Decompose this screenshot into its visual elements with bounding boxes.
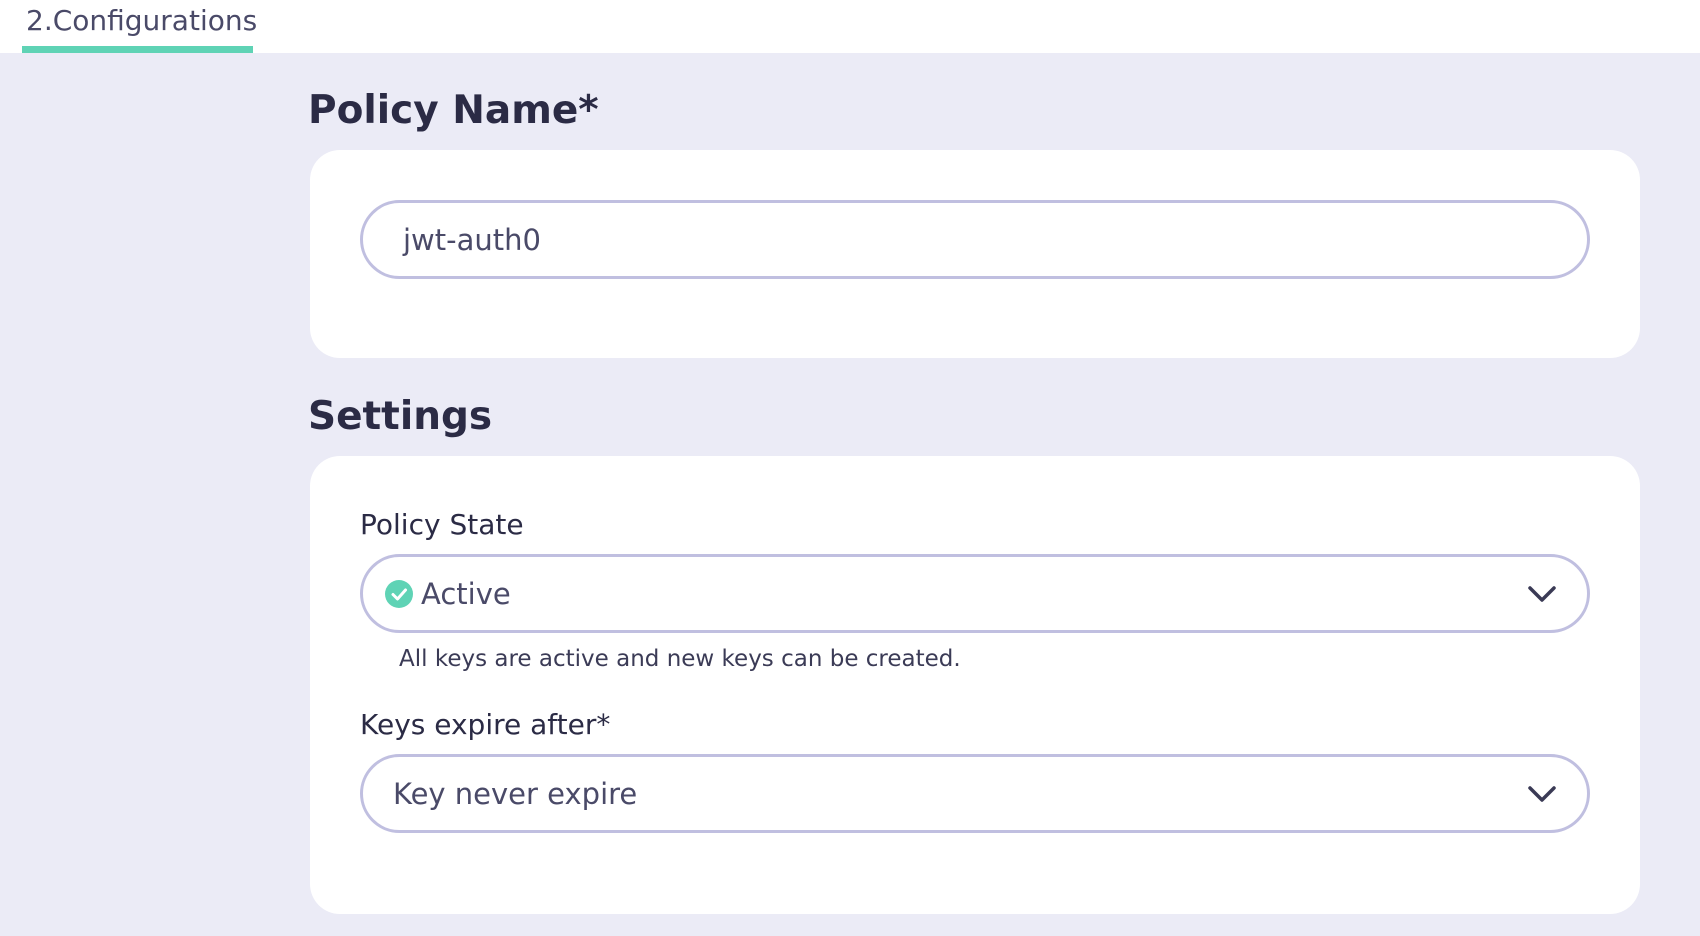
tab-configurations[interactable]: 2.Configurations xyxy=(22,0,257,53)
tab-label: 2.Configurations xyxy=(26,4,258,37)
chevron-down-icon xyxy=(1528,586,1556,602)
keys-expire-value: Key never expire xyxy=(393,777,638,811)
top-bar: 2.Configurations xyxy=(0,0,1700,53)
policy-state-select[interactable]: Active xyxy=(360,554,1590,633)
policy-name-input[interactable]: jwt-auth0 xyxy=(360,200,1590,279)
check-circle-icon xyxy=(385,580,413,608)
keys-expire-select[interactable]: Key never expire xyxy=(360,754,1590,833)
policy-name-card: jwt-auth0 xyxy=(310,150,1640,358)
policy-state-label: Policy State xyxy=(360,508,524,541)
policy-state-value: Active xyxy=(421,577,511,611)
policy-state-helper: All keys are active and new keys can be … xyxy=(399,646,961,672)
settings-card: Policy State Active All keys are active … xyxy=(310,456,1640,914)
keys-expire-label: Keys expire after* xyxy=(360,708,611,741)
policy-name-heading: Policy Name* xyxy=(308,88,599,133)
chevron-down-icon xyxy=(1528,786,1556,802)
policy-name-value: jwt-auth0 xyxy=(403,223,541,257)
settings-heading: Settings xyxy=(308,394,493,439)
